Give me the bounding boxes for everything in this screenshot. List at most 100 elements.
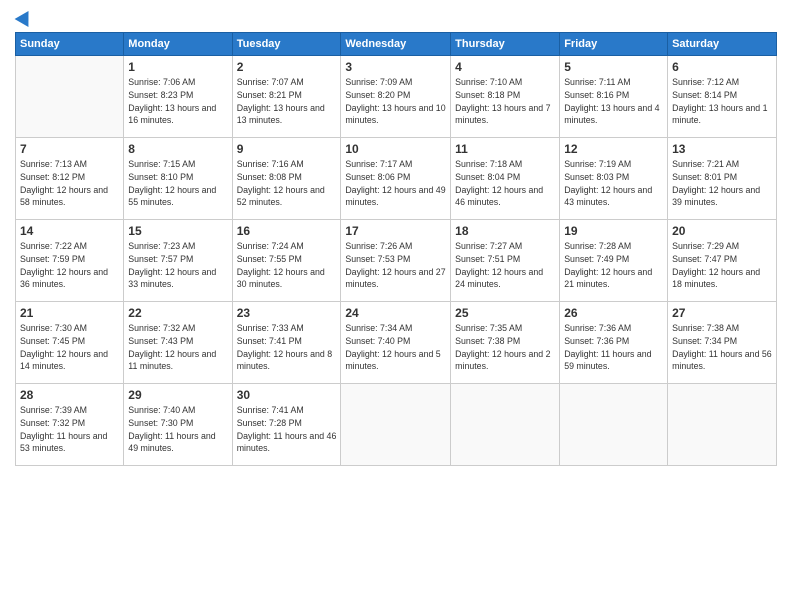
day-info: Sunrise: 7:30 AM Sunset: 7:45 PM Dayligh…: [20, 322, 119, 373]
day-cell: 21 Sunrise: 7:30 AM Sunset: 7:45 PM Dayli…: [16, 302, 124, 384]
day-info: Sunrise: 7:39 AM Sunset: 7:32 PM Dayligh…: [20, 404, 119, 455]
day-number: 27: [672, 306, 772, 320]
day-cell: [341, 384, 451, 466]
day-cell: 16 Sunrise: 7:24 AM Sunset: 7:55 PM Dayli…: [232, 220, 341, 302]
day-number: 5: [564, 60, 663, 74]
day-number: 11: [455, 142, 555, 156]
day-info: Sunrise: 7:16 AM Sunset: 8:08 PM Dayligh…: [237, 158, 337, 209]
weekday-header-friday: Friday: [560, 33, 668, 56]
day-number: 20: [672, 224, 772, 238]
day-cell: 2 Sunrise: 7:07 AM Sunset: 8:21 PM Daylig…: [232, 56, 341, 138]
day-number: 13: [672, 142, 772, 156]
weekday-header-sunday: Sunday: [16, 33, 124, 56]
day-number: 24: [345, 306, 446, 320]
day-cell: 28Sunrise: 7:39 AM Sunset: 7:32 PM Dayli…: [16, 384, 124, 466]
week-row-3: 21 Sunrise: 7:30 AM Sunset: 7:45 PM Dayli…: [16, 302, 777, 384]
day-number: 2: [237, 60, 337, 74]
day-info: Sunrise: 7:17 AM Sunset: 8:06 PM Dayligh…: [345, 158, 446, 209]
day-info: Sunrise: 7:36 AM Sunset: 7:36 PM Dayligh…: [564, 322, 663, 373]
day-cell: [668, 384, 777, 466]
day-cell: [560, 384, 668, 466]
day-number: 30: [237, 388, 337, 402]
weekday-header-monday: Monday: [124, 33, 232, 56]
day-info: Sunrise: 7:10 AM Sunset: 8:18 PM Dayligh…: [455, 76, 555, 127]
day-cell: 1 Sunrise: 7:06 AM Sunset: 8:23 PM Daylig…: [124, 56, 232, 138]
day-cell: 29 Sunrise: 7:40 AM Sunset: 7:30 PM Dayli…: [124, 384, 232, 466]
day-cell: 27Sunrise: 7:38 AM Sunset: 7:34 PM Dayli…: [668, 302, 777, 384]
week-row-4: 28Sunrise: 7:39 AM Sunset: 7:32 PM Dayli…: [16, 384, 777, 466]
day-info: Sunrise: 7:21 AM Sunset: 8:01 PM Dayligh…: [672, 158, 772, 209]
week-row-0: 1 Sunrise: 7:06 AM Sunset: 8:23 PM Daylig…: [16, 56, 777, 138]
day-info: Sunrise: 7:32 AM Sunset: 7:43 PM Dayligh…: [128, 322, 227, 373]
day-cell: 9 Sunrise: 7:16 AM Sunset: 8:08 PM Daylig…: [232, 138, 341, 220]
weekday-header-tuesday: Tuesday: [232, 33, 341, 56]
calendar: SundayMondayTuesdayWednesdayThursdayFrid…: [15, 32, 777, 466]
weekday-header-saturday: Saturday: [668, 33, 777, 56]
day-info: Sunrise: 7:27 AM Sunset: 7:51 PM Dayligh…: [455, 240, 555, 291]
day-cell: 17 Sunrise: 7:26 AM Sunset: 7:53 PM Dayli…: [341, 220, 451, 302]
day-info: Sunrise: 7:19 AM Sunset: 8:03 PM Dayligh…: [564, 158, 663, 209]
day-cell: 11 Sunrise: 7:18 AM Sunset: 8:04 PM Dayli…: [451, 138, 560, 220]
day-info: Sunrise: 7:22 AM Sunset: 7:59 PM Dayligh…: [20, 240, 119, 291]
day-cell: 23 Sunrise: 7:33 AM Sunset: 7:41 PM Dayli…: [232, 302, 341, 384]
day-cell: 20 Sunrise: 7:29 AM Sunset: 7:47 PM Dayli…: [668, 220, 777, 302]
day-cell: 15Sunrise: 7:23 AM Sunset: 7:57 PM Dayli…: [124, 220, 232, 302]
day-cell: 3Sunrise: 7:09 AM Sunset: 8:20 PM Daylig…: [341, 56, 451, 138]
day-number: 29: [128, 388, 227, 402]
week-row-1: 7 Sunrise: 7:13 AM Sunset: 8:12 PM Daylig…: [16, 138, 777, 220]
day-info: Sunrise: 7:07 AM Sunset: 8:21 PM Dayligh…: [237, 76, 337, 127]
day-cell: 7 Sunrise: 7:13 AM Sunset: 8:12 PM Daylig…: [16, 138, 124, 220]
day-number: 21: [20, 306, 119, 320]
day-cell: 8Sunrise: 7:15 AM Sunset: 8:10 PM Daylig…: [124, 138, 232, 220]
day-info: Sunrise: 7:40 AM Sunset: 7:30 PM Dayligh…: [128, 404, 227, 455]
day-cell: [451, 384, 560, 466]
day-number: 6: [672, 60, 772, 74]
page: SundayMondayTuesdayWednesdayThursdayFrid…: [0, 0, 792, 612]
day-info: Sunrise: 7:06 AM Sunset: 8:23 PM Dayligh…: [128, 76, 227, 127]
day-number: 12: [564, 142, 663, 156]
day-cell: 19 Sunrise: 7:28 AM Sunset: 7:49 PM Dayli…: [560, 220, 668, 302]
weekday-header-thursday: Thursday: [451, 33, 560, 56]
logo-text: [15, 10, 33, 24]
day-cell: 30 Sunrise: 7:41 AM Sunset: 7:28 PM Dayli…: [232, 384, 341, 466]
day-cell: 18 Sunrise: 7:27 AM Sunset: 7:51 PM Dayli…: [451, 220, 560, 302]
day-number: 18: [455, 224, 555, 238]
week-row-2: 14 Sunrise: 7:22 AM Sunset: 7:59 PM Dayli…: [16, 220, 777, 302]
day-number: 19: [564, 224, 663, 238]
day-number: 14: [20, 224, 119, 238]
day-info: Sunrise: 7:23 AM Sunset: 7:57 PM Dayligh…: [128, 240, 227, 291]
day-number: 16: [237, 224, 337, 238]
day-cell: 22 Sunrise: 7:32 AM Sunset: 7:43 PM Dayli…: [124, 302, 232, 384]
day-info: Sunrise: 7:41 AM Sunset: 7:28 PM Dayligh…: [237, 404, 337, 455]
day-cell: 26 Sunrise: 7:36 AM Sunset: 7:36 PM Dayli…: [560, 302, 668, 384]
day-info: Sunrise: 7:29 AM Sunset: 7:47 PM Dayligh…: [672, 240, 772, 291]
day-info: Sunrise: 7:24 AM Sunset: 7:55 PM Dayligh…: [237, 240, 337, 291]
day-info: Sunrise: 7:18 AM Sunset: 8:04 PM Dayligh…: [455, 158, 555, 209]
day-number: 4: [455, 60, 555, 74]
day-cell: 14 Sunrise: 7:22 AM Sunset: 7:59 PM Dayli…: [16, 220, 124, 302]
day-info: Sunrise: 7:33 AM Sunset: 7:41 PM Dayligh…: [237, 322, 337, 373]
day-number: 9: [237, 142, 337, 156]
day-info: Sunrise: 7:35 AM Sunset: 7:38 PM Dayligh…: [455, 322, 555, 373]
day-number: 26: [564, 306, 663, 320]
day-cell: 24Sunrise: 7:34 AM Sunset: 7:40 PM Dayli…: [341, 302, 451, 384]
weekday-header-row: SundayMondayTuesdayWednesdayThursdayFrid…: [16, 33, 777, 56]
day-info: Sunrise: 7:26 AM Sunset: 7:53 PM Dayligh…: [345, 240, 446, 291]
day-info: Sunrise: 7:28 AM Sunset: 7:49 PM Dayligh…: [564, 240, 663, 291]
day-info: Sunrise: 7:13 AM Sunset: 8:12 PM Dayligh…: [20, 158, 119, 209]
day-number: 8: [128, 142, 227, 156]
weekday-header-wednesday: Wednesday: [341, 33, 451, 56]
day-number: 1: [128, 60, 227, 74]
day-number: 25: [455, 306, 555, 320]
day-number: 22: [128, 306, 227, 320]
day-info: Sunrise: 7:12 AM Sunset: 8:14 PM Dayligh…: [672, 76, 772, 127]
day-number: 10: [345, 142, 446, 156]
day-number: 3: [345, 60, 446, 74]
day-number: 23: [237, 306, 337, 320]
day-cell: 4 Sunrise: 7:10 AM Sunset: 8:18 PM Daylig…: [451, 56, 560, 138]
day-number: 17: [345, 224, 446, 238]
day-info: Sunrise: 7:11 AM Sunset: 8:16 PM Dayligh…: [564, 76, 663, 127]
day-number: 7: [20, 142, 119, 156]
logo-triangle-icon: [15, 7, 36, 27]
day-cell: 10 Sunrise: 7:17 AM Sunset: 8:06 PM Dayli…: [341, 138, 451, 220]
